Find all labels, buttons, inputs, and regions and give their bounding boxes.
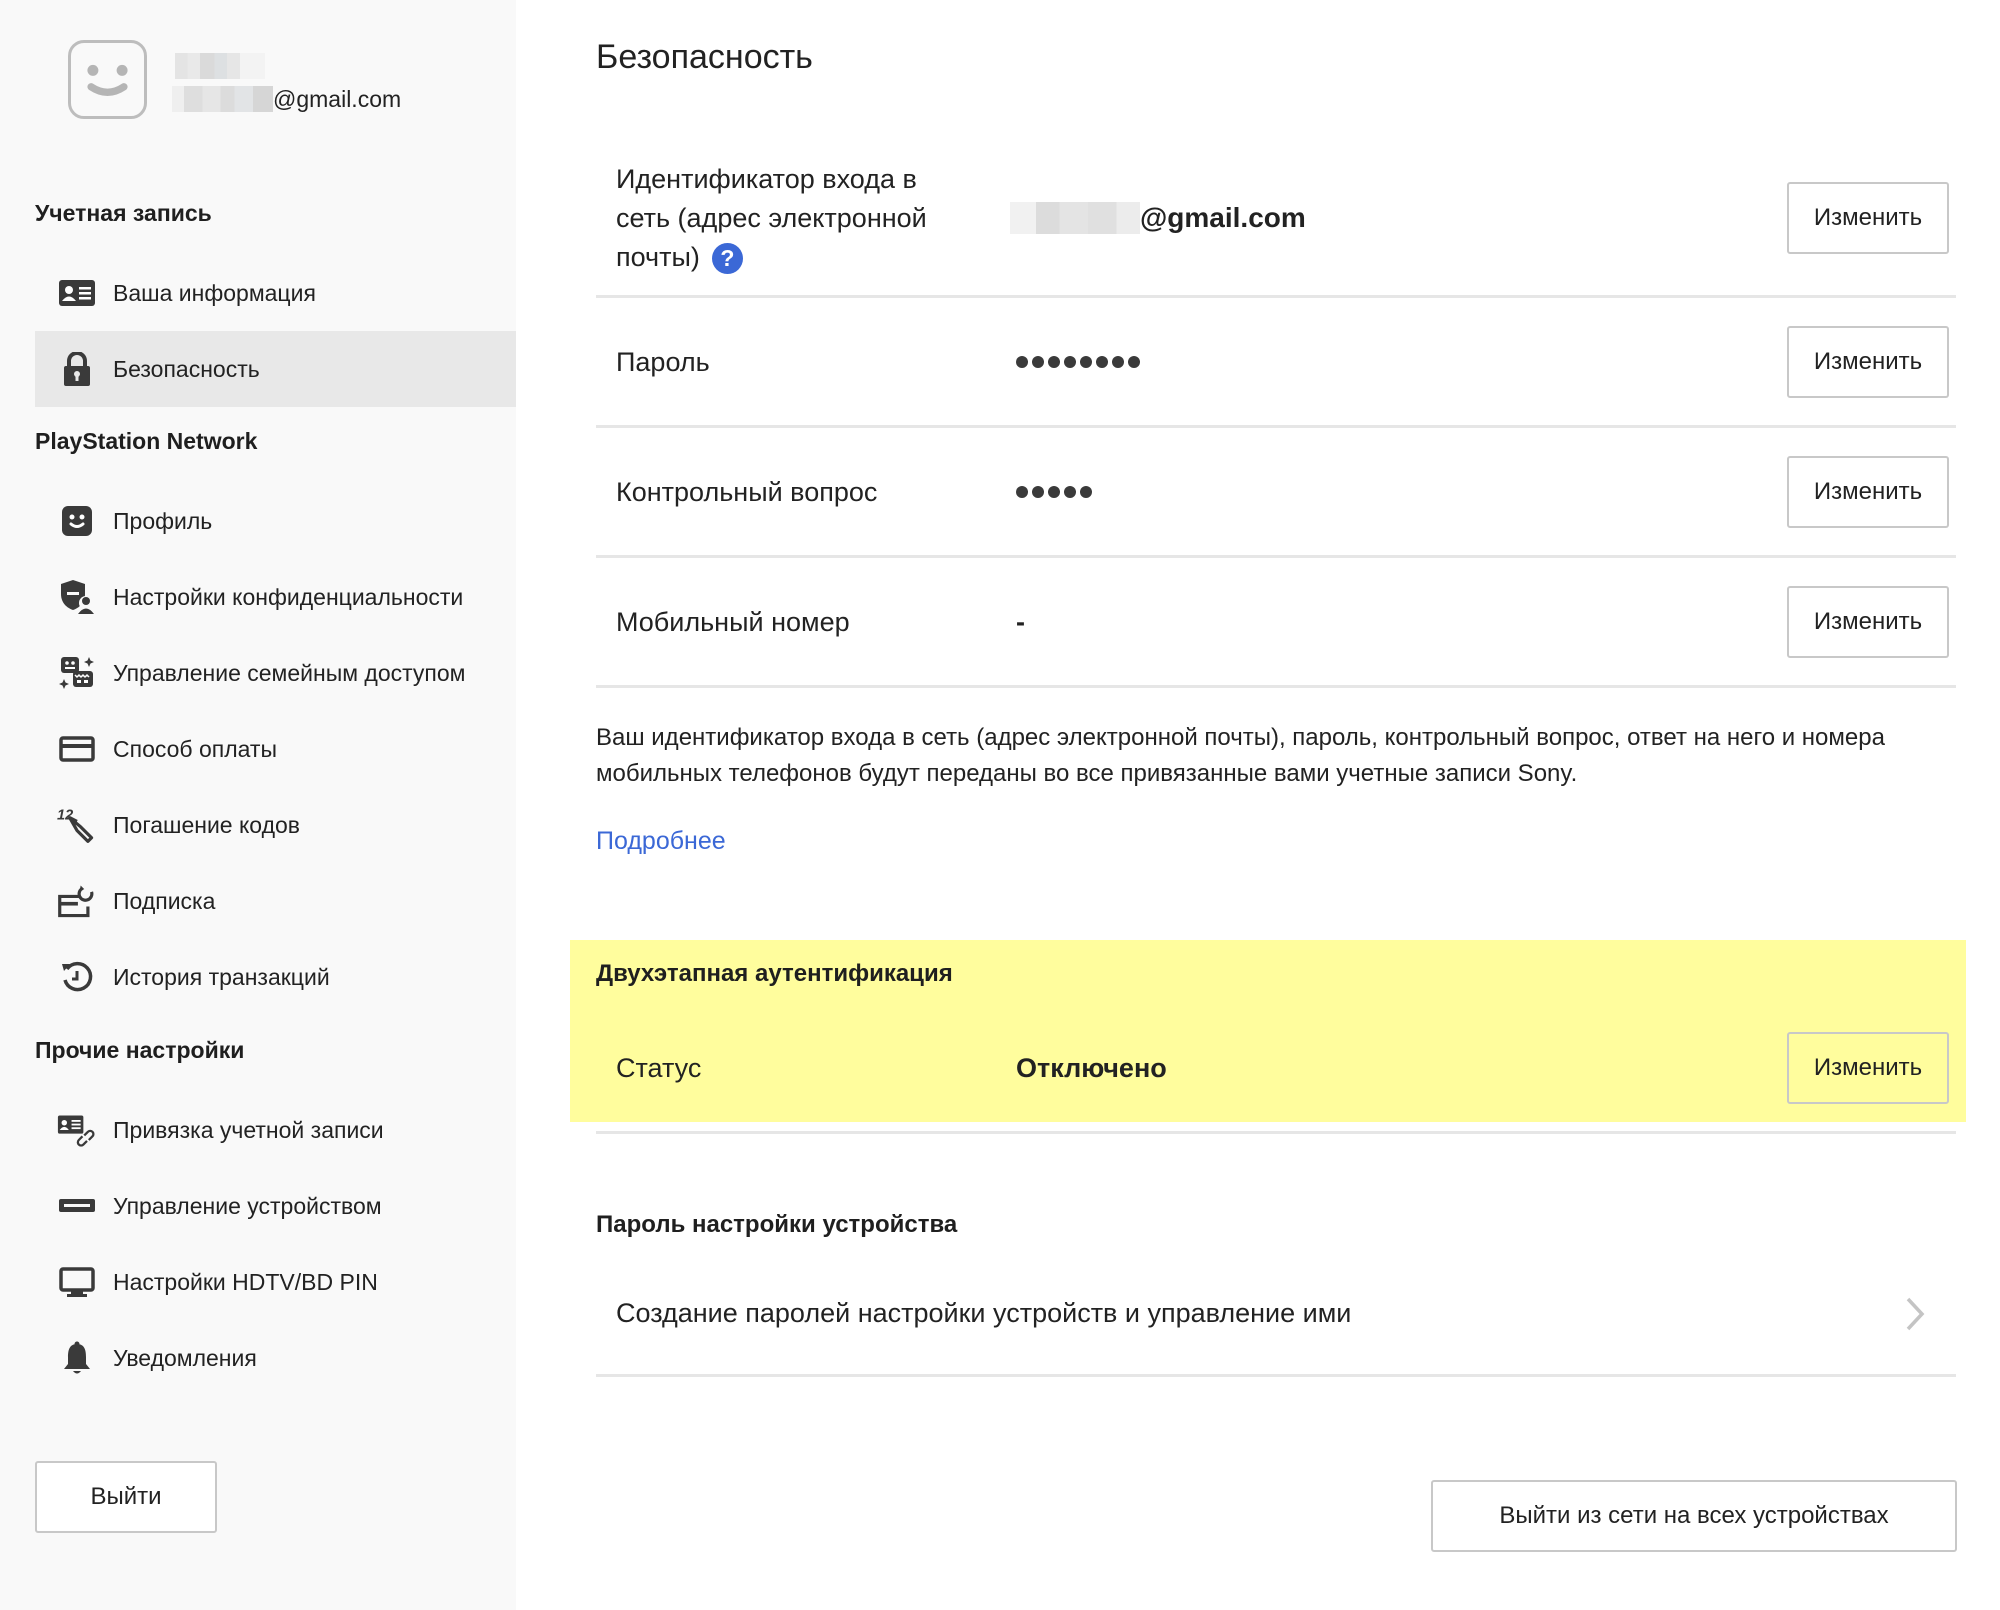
sidebar-item-security[interactable]: Безопасность bbox=[35, 331, 516, 407]
password-masked-value bbox=[1016, 356, 1140, 368]
mask-dot bbox=[1080, 486, 1092, 498]
two-factor-status-value: Отключено bbox=[1016, 1053, 1167, 1083]
family-icon bbox=[57, 653, 97, 693]
sidebar-item-label: Погашение кодов bbox=[113, 811, 301, 838]
mobile-number-value: - bbox=[1016, 607, 1025, 637]
change-sign-in-id-button[interactable]: Изменить bbox=[1787, 182, 1949, 254]
avatar bbox=[68, 40, 147, 119]
user-email-domain: @gmail.com bbox=[273, 85, 402, 112]
sidebar: @gmail.com Учетная запись Ваша информаци… bbox=[0, 0, 516, 1610]
security-question-label: Контрольный вопрос bbox=[616, 477, 878, 507]
change-two-factor-button[interactable]: Изменить bbox=[1787, 1032, 1949, 1104]
sidebar-item-label: Подписка bbox=[113, 887, 216, 914]
sidebar-item-label: Управление семейным доступом bbox=[113, 659, 466, 686]
bell-icon bbox=[57, 1338, 97, 1378]
security-description: Ваш идентификатор входа в сеть (адрес эл… bbox=[596, 724, 1885, 787]
lock-icon bbox=[57, 349, 97, 389]
divider bbox=[596, 685, 1956, 688]
sidebar-item-notifications[interactable]: Уведомления bbox=[35, 1320, 516, 1396]
redeem-code-icon: 12 bbox=[57, 805, 97, 845]
sidebar-item-payment[interactable]: Способ оплаты bbox=[35, 711, 516, 787]
sidebar-item-label: Профиль bbox=[113, 507, 213, 534]
sign-in-id-domain: @gmail.com bbox=[1140, 202, 1306, 233]
sidebar-heading-other: Прочие настройки bbox=[35, 1037, 245, 1063]
sidebar-item-redeem[interactable]: 12 Погашение кодов bbox=[35, 787, 516, 863]
sidebar-item-your-info[interactable]: Ваша информация bbox=[35, 255, 516, 331]
device-icon bbox=[57, 1186, 97, 1226]
device-password-manage-label: Создание паролей настройки устройств и у… bbox=[616, 1298, 1352, 1328]
sidebar-item-profile[interactable]: Профиль bbox=[35, 483, 516, 559]
mask-dot bbox=[1064, 486, 1076, 498]
mask-dot bbox=[1032, 356, 1044, 368]
divider bbox=[596, 295, 1956, 298]
user-email: @gmail.com bbox=[172, 84, 401, 114]
sidebar-item-subscription[interactable]: Подписка bbox=[35, 863, 516, 939]
sidebar-item-label: Уведомления bbox=[113, 1344, 257, 1371]
page-title: Безопасность bbox=[596, 38, 813, 76]
mask-dot bbox=[1080, 356, 1092, 368]
change-password-button[interactable]: Изменить bbox=[1787, 326, 1949, 398]
profile-face-icon bbox=[57, 501, 97, 541]
sidebar-item-label: Настройки конфиденциальности bbox=[113, 583, 464, 610]
id-card-icon bbox=[57, 273, 97, 313]
history-icon bbox=[57, 957, 97, 997]
device-password-manage-row[interactable]: Создание паролей настройки устройств и у… bbox=[596, 1270, 1956, 1362]
sidebar-item-hdtv-pin[interactable]: Настройки HDTV/BD PIN bbox=[35, 1244, 516, 1320]
sidebar-item-transactions[interactable]: История транзакций bbox=[35, 939, 516, 1015]
sidebar-heading-psn: PlayStation Network bbox=[35, 428, 258, 454]
change-security-question-button[interactable]: Изменить bbox=[1787, 456, 1949, 528]
device-password-title: Пароль настройки устройства bbox=[596, 1211, 958, 1238]
chevron-right-icon bbox=[1906, 1297, 1925, 1331]
mask-dot bbox=[1016, 356, 1028, 368]
divider bbox=[596, 425, 1956, 428]
email-redacted bbox=[1010, 202, 1140, 234]
sidebar-item-privacy[interactable]: Настройки конфиденциальности bbox=[35, 559, 516, 635]
mask-dot bbox=[1048, 356, 1060, 368]
mask-dot bbox=[1112, 356, 1124, 368]
logout-button[interactable]: Выйти bbox=[35, 1461, 217, 1533]
smiley-avatar-icon bbox=[87, 64, 128, 96]
two-factor-status-label: Статус bbox=[616, 1053, 702, 1083]
sidebar-item-label: Способ оплаты bbox=[113, 735, 277, 762]
divider bbox=[596, 1374, 1956, 1377]
sign-in-id-value: @gmail.com bbox=[1010, 201, 1306, 235]
privacy-shield-icon bbox=[57, 577, 97, 617]
logout-all-devices-button[interactable]: Выйти из сети на всех устройствах bbox=[1431, 1480, 1957, 1552]
sign-in-id-label: Идентификатор входа в сеть (адрес электр… bbox=[616, 160, 976, 277]
mask-dot bbox=[1032, 486, 1044, 498]
sidebar-item-account-linking[interactable]: Привязка учетной записи bbox=[35, 1092, 516, 1168]
two-factor-title: Двухэтапная аутентификация bbox=[596, 960, 953, 987]
sidebar-heading-account: Учетная запись bbox=[35, 200, 212, 226]
sidebar-item-label: Привязка учетной записи bbox=[113, 1116, 384, 1143]
sidebar-item-label: Управление устройством bbox=[113, 1192, 382, 1219]
sign-in-id-label-text: Идентификатор входа в сеть (адрес электр… bbox=[616, 164, 927, 272]
mobile-number-label: Мобильный номер bbox=[616, 607, 850, 637]
mask-dot bbox=[1064, 356, 1076, 368]
sidebar-item-label: Настройки HDTV/BD PIN bbox=[113, 1268, 378, 1295]
sidebar-item-family[interactable]: Управление семейным доступом bbox=[35, 635, 516, 711]
help-icon[interactable]: ? bbox=[711, 243, 743, 275]
password-label: Пароль bbox=[616, 347, 710, 377]
tv-icon bbox=[57, 1262, 97, 1302]
learn-more-link[interactable]: Подробнее bbox=[596, 827, 726, 856]
divider bbox=[596, 1131, 1956, 1134]
account-link-icon bbox=[57, 1110, 97, 1150]
sidebar-item-label: История транзакций bbox=[113, 963, 330, 990]
sidebar-item-label: Ваша информация bbox=[113, 279, 316, 306]
mask-dot bbox=[1048, 486, 1060, 498]
subscription-icon bbox=[57, 881, 97, 921]
divider bbox=[596, 555, 1956, 558]
credit-card-icon bbox=[57, 729, 97, 769]
email-redacted bbox=[172, 86, 273, 112]
change-mobile-number-button[interactable]: Изменить bbox=[1787, 586, 1949, 658]
sidebar-item-device-management[interactable]: Управление устройством bbox=[35, 1168, 516, 1244]
user-name-redacted bbox=[175, 53, 265, 79]
mask-dot bbox=[1016, 486, 1028, 498]
mask-dot bbox=[1128, 356, 1140, 368]
sidebar-item-label: Безопасность bbox=[113, 355, 260, 382]
mask-dot bbox=[1096, 356, 1108, 368]
security-question-masked-value bbox=[1016, 486, 1092, 498]
